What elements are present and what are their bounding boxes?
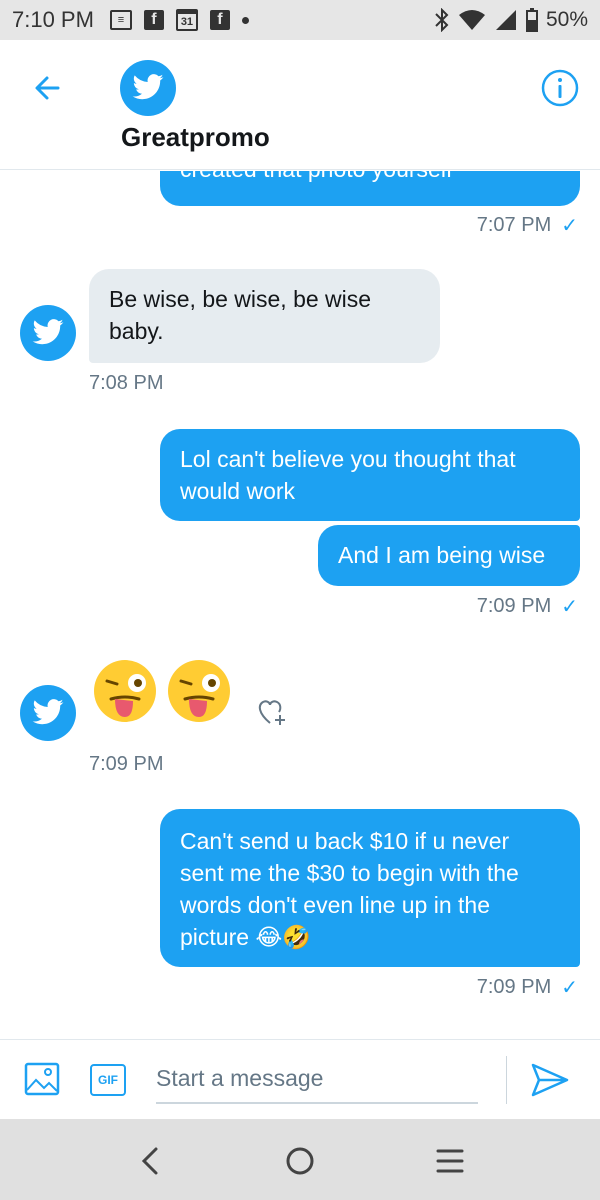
message-text: created that photo yourself	[180, 171, 452, 182]
message-text: And I am being wise	[338, 542, 546, 568]
twitter-bird-icon	[32, 699, 64, 725]
conversation-title: Greatpromo	[121, 122, 270, 152]
add-reaction-heart-icon[interactable]	[254, 691, 294, 731]
facebook-notification-icon-2: f	[209, 10, 230, 30]
winking-face-with-tongue-emoji[interactable]	[93, 659, 157, 723]
message-text-line: Be wise, be wise, be wise	[109, 286, 372, 312]
message-bubble-outgoing[interactable]: created that photo yourself	[160, 171, 580, 206]
info-icon[interactable]	[540, 68, 580, 108]
wifi-icon	[458, 10, 485, 30]
calendar-notification-icon: 31	[175, 9, 198, 31]
message-text-line: words don't even line up in the	[180, 892, 490, 918]
message-timestamp: 7:07 PM ✓	[476, 214, 578, 237]
battery-percentage: 50%	[545, 8, 588, 31]
nav-home-icon[interactable]	[280, 1141, 320, 1181]
message-timestamp: 7:08 PM	[89, 372, 164, 394]
read-check-icon: ✓	[561, 215, 578, 237]
message-input[interactable]	[156, 1054, 478, 1104]
message-timestamp: 7:09 PM	[89, 753, 164, 775]
twitter-bird-icon	[132, 74, 164, 100]
back-arrow-icon[interactable]	[28, 68, 68, 108]
send-icon[interactable]	[530, 1062, 570, 1098]
status-bar: 7:10 PM ≡ f 31 f 50%	[0, 0, 600, 40]
avatar[interactable]	[120, 60, 176, 116]
winking-face-with-tongue-emoji[interactable]	[167, 659, 231, 723]
bluetooth-icon	[435, 8, 449, 32]
read-check-icon: ✓	[561, 596, 578, 618]
message-timestamp: 7:09 PM ✓	[476, 976, 578, 999]
status-time: 7:10 PM	[12, 7, 94, 32]
system-navigation-bar	[0, 1119, 600, 1200]
divider	[506, 1056, 507, 1104]
message-text-line: Lol can't believe you thought that	[180, 446, 516, 472]
gif-button[interactable]: GIF	[90, 1064, 126, 1096]
facebook-notification-icon: f	[143, 10, 164, 30]
battery-icon	[525, 8, 538, 32]
nav-recents-icon[interactable]	[430, 1141, 470, 1181]
message-text-line: would work	[180, 478, 296, 504]
message-bubble-outgoing[interactable]: Lol can't believe you thought that would…	[160, 429, 580, 521]
nav-back-icon[interactable]	[130, 1141, 170, 1181]
message-list[interactable]: created that photo yourself 7:07 PM✓ Be …	[0, 171, 600, 1039]
more-notifications-icon	[241, 16, 249, 24]
image-icon[interactable]	[24, 1062, 60, 1096]
read-check-icon: ✓	[561, 977, 578, 999]
message-notification-icon: ≡	[109, 10, 132, 30]
twitter-bird-icon	[32, 319, 64, 345]
message-timestamp: 7:09 PM ✓	[476, 595, 578, 618]
message-text-line: baby.	[109, 318, 164, 344]
avatar[interactable]	[20, 685, 76, 741]
message-composer: GIF	[0, 1039, 600, 1119]
message-text-line: Can't send u back $10 if u never	[180, 828, 510, 854]
conversation-header: Greatpromo	[0, 40, 600, 170]
message-bubble-outgoing[interactable]: And I am being wise	[318, 525, 580, 586]
message-text-line: picture 😂🤣	[180, 924, 311, 950]
message-bubble-incoming[interactable]: Be wise, be wise, be wise baby.	[89, 269, 440, 363]
message-bubble-outgoing[interactable]: Can't send u back $10 if u never sent me…	[160, 809, 580, 967]
signal-icon	[495, 10, 516, 30]
avatar[interactable]	[20, 305, 76, 361]
message-text-line: sent me the $30 to begin with the	[180, 860, 519, 886]
